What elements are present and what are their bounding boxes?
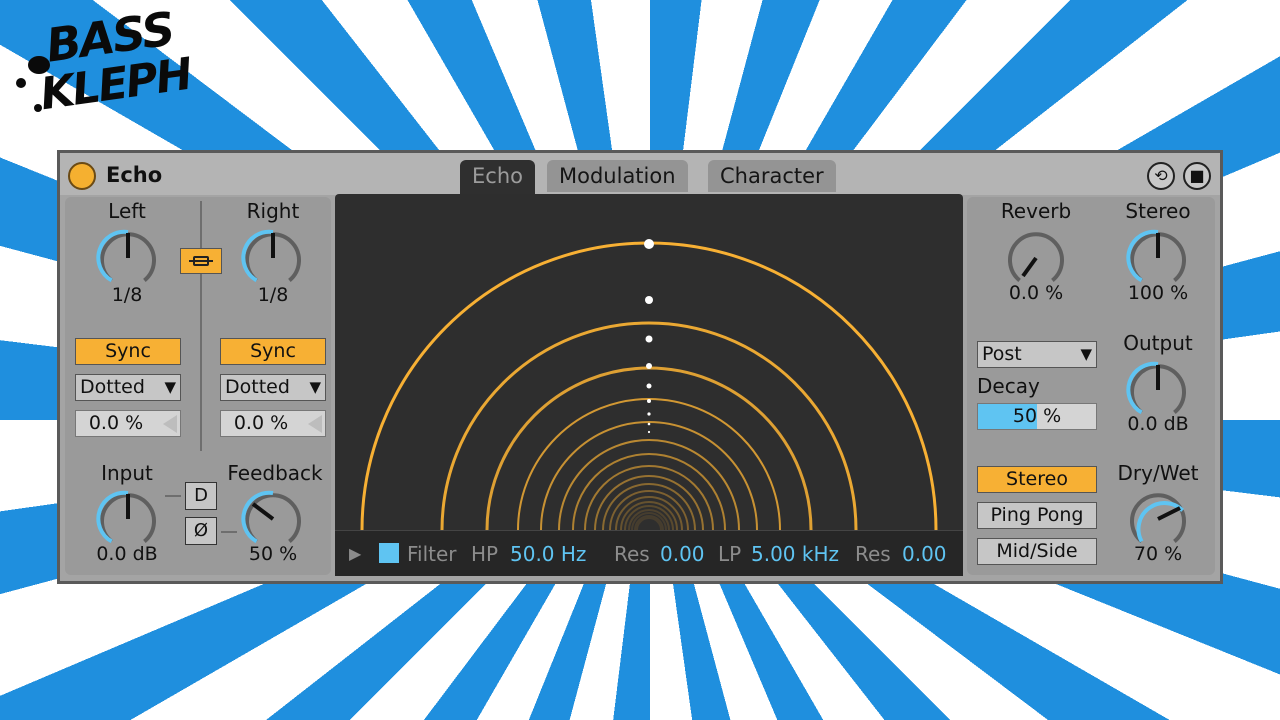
left-sync-button[interactable]: Sync xyxy=(75,338,181,365)
hp-value[interactable]: 50.0 Hz xyxy=(510,542,586,566)
feedback-label: Feedback xyxy=(227,461,323,485)
echo-tap-dot[interactable] xyxy=(645,335,653,343)
reverb-position-dropdown[interactable]: Post ▼ xyxy=(977,341,1097,368)
device-power-button[interactable] xyxy=(68,162,96,190)
dry-wet-value: 70 % xyxy=(1133,543,1183,565)
link-icon[interactable] xyxy=(180,248,222,274)
left-time-knob[interactable] xyxy=(95,225,161,291)
left-mode-dropdown[interactable]: Dotted ▼ xyxy=(75,374,181,401)
lp-value[interactable]: 5.00 kHz xyxy=(751,542,839,566)
dry-wet-label: Dry/Wet xyxy=(1117,461,1199,485)
echo-ring xyxy=(440,321,858,530)
right-time-knob[interactable] xyxy=(240,225,306,291)
echo-tap-dot[interactable] xyxy=(647,430,651,434)
d-button[interactable]: D xyxy=(185,482,217,510)
left-offset-value: 0.0 % xyxy=(88,412,144,434)
phase-connector-line xyxy=(221,531,237,533)
echo-tap-dot[interactable] xyxy=(646,383,652,389)
reverb-label: Reverb xyxy=(1000,199,1072,223)
echo-device: Echo Echo Modulation Character ⟲ ■ Left … xyxy=(57,150,1223,584)
res1-value[interactable]: 0.00 xyxy=(660,542,705,566)
res2-value[interactable]: 0.00 xyxy=(902,542,947,566)
hot-swap-icon[interactable]: ⟲ xyxy=(1147,162,1175,190)
echo-tap-dot[interactable] xyxy=(646,363,652,369)
echo-tap-dot[interactable] xyxy=(647,399,651,403)
ping-pong-mode-button[interactable]: Ping Pong xyxy=(977,502,1097,529)
left-time-value: 1/8 xyxy=(111,284,143,306)
tab-character[interactable]: Character xyxy=(708,160,836,192)
save-preset-icon[interactable]: ■ xyxy=(1183,162,1211,190)
device-title-bar: Echo Echo Modulation Character ⟲ ■ xyxy=(60,153,1220,196)
echo-tap-dot[interactable] xyxy=(645,296,653,304)
tab-modulation[interactable]: Modulation xyxy=(547,160,688,192)
left-mode-value: Dotted xyxy=(80,376,145,398)
right-mode-value: Dotted xyxy=(225,376,290,398)
decay-label: Decay xyxy=(977,374,1040,398)
right-time-value: 1/8 xyxy=(257,284,289,306)
filter-bar: ▶ Filter HP 50.0 Hz Res 0.00 LP 5.00 kHz… xyxy=(335,530,963,576)
left-offset-field[interactable]: 0.0 % xyxy=(75,410,181,437)
echo-tap-dot[interactable] xyxy=(644,239,654,249)
reverb-position-value: Post xyxy=(982,343,1022,365)
channel-divider xyxy=(200,201,202,451)
filter-label: Filter xyxy=(407,542,457,566)
right-offset-field[interactable]: 0.0 % xyxy=(220,410,326,437)
res1-label: Res xyxy=(614,542,650,566)
echo-tap-dot[interactable] xyxy=(647,412,651,416)
offset-triangle-icon xyxy=(163,415,177,433)
echo-tunnel-graphic xyxy=(360,239,938,530)
bass-kleph-logo: BASS KLEPH xyxy=(14,1,204,128)
decay-slider[interactable]: 50 % xyxy=(977,403,1097,430)
chevron-down-icon: ▼ xyxy=(164,378,176,396)
chevron-down-icon: ▼ xyxy=(1080,345,1092,363)
stereo-mode-button[interactable]: Stereo xyxy=(977,466,1097,493)
echo-visualizer: ▶ Filter HP 50.0 Hz Res 0.00 LP 5.00 kHz… xyxy=(335,194,963,576)
tab-echo[interactable]: Echo xyxy=(460,160,535,196)
delay-time-panel: Left 1/8 Right 1/8 Sync Sync Dotted ▼ Do… xyxy=(65,197,331,575)
input-label: Input xyxy=(101,461,153,485)
stereo-width-value: 100 % xyxy=(1127,282,1189,304)
right-offset-value: 0.0 % xyxy=(233,412,289,434)
res2-label: Res xyxy=(855,542,891,566)
left-label: Left xyxy=(108,199,146,223)
output-label: Output xyxy=(1123,331,1193,355)
filter-toggle[interactable] xyxy=(379,543,399,563)
input-value: 0.0 dB xyxy=(96,543,158,565)
play-triangle-icon[interactable]: ▶ xyxy=(349,544,361,563)
output-value: 0.0 dB xyxy=(1127,413,1189,435)
phase-invert-button[interactable]: Ø xyxy=(185,517,217,545)
stereo-width-label: Stereo xyxy=(1125,199,1191,223)
reverb-value: 0.0 % xyxy=(1008,282,1064,304)
chevron-down-icon: ▼ xyxy=(309,378,321,396)
offset-triangle-icon xyxy=(308,415,322,433)
right-label: Right xyxy=(246,199,300,223)
mid-side-mode-button[interactable]: Mid/Side xyxy=(977,538,1097,565)
feedback-value: 50 % xyxy=(248,543,298,565)
right-mode-dropdown[interactable]: Dotted ▼ xyxy=(220,374,326,401)
d-connector-line xyxy=(165,495,181,497)
right-sync-button[interactable]: Sync xyxy=(220,338,326,365)
lp-label: LP xyxy=(718,542,742,566)
hp-label: HP xyxy=(471,542,499,566)
echo-tap-dot[interactable] xyxy=(647,422,651,426)
device-title: Echo xyxy=(106,163,163,187)
output-panel: Reverb 0.0 % Stereo 100 % Post ▼ Decay 5… xyxy=(967,197,1215,575)
decay-value: 50 % xyxy=(1012,405,1062,427)
